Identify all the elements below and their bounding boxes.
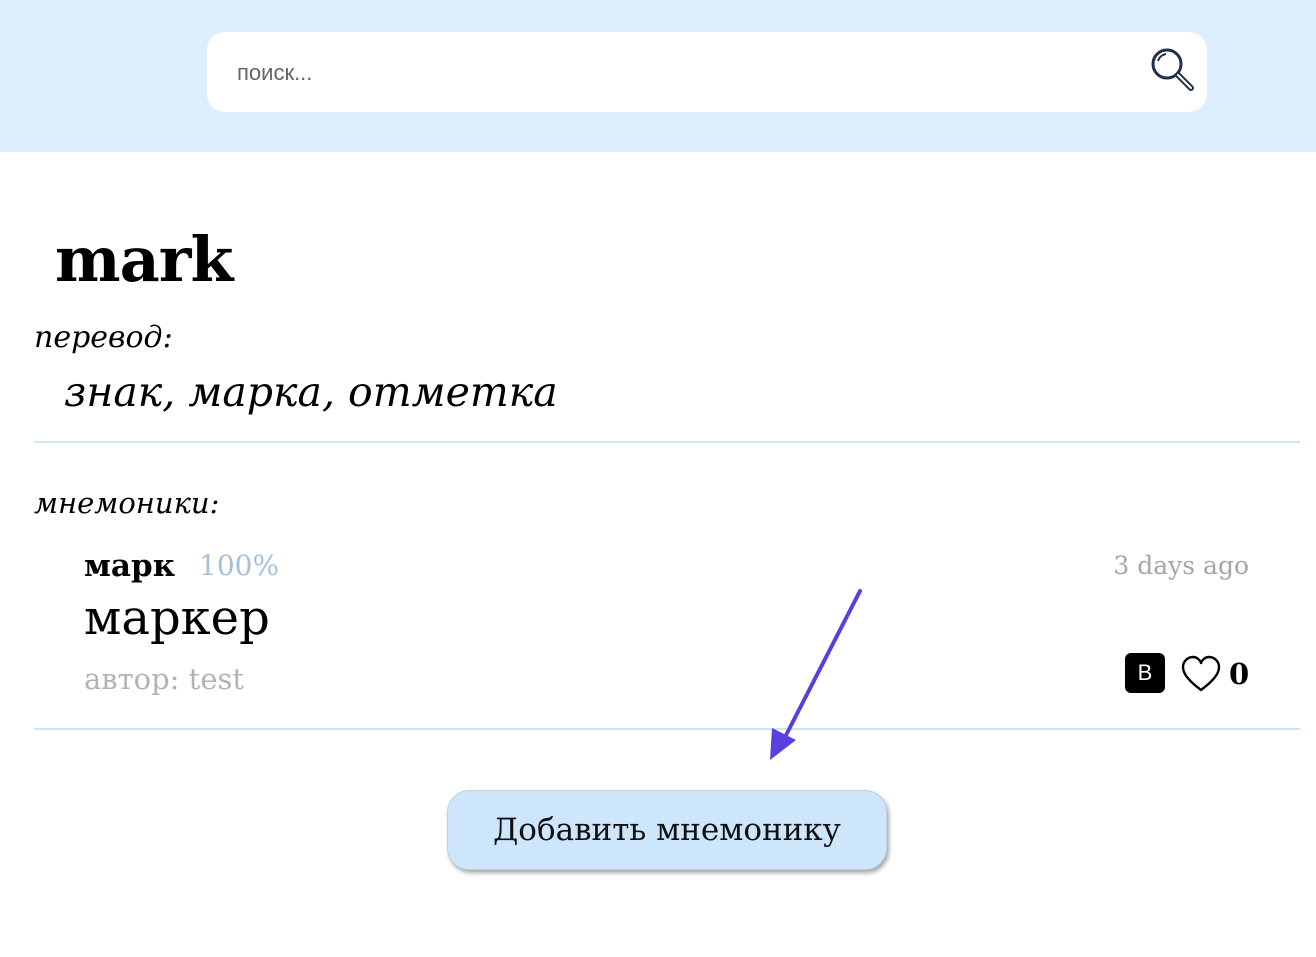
- mnemonic-author[interactable]: автор: test: [84, 660, 244, 698]
- heart-icon[interactable]: [1181, 655, 1221, 693]
- mnemonic-key: марк: [84, 548, 176, 584]
- like-count: 0: [1229, 657, 1250, 691]
- translation-label: перевод:: [34, 320, 173, 355]
- badge[interactable]: B: [1125, 653, 1165, 693]
- mnemonics-label: мнемоники:: [34, 486, 220, 520]
- header: [0, 0, 1316, 152]
- arrow-annotation-icon: [770, 589, 862, 760]
- search-icon[interactable]: [1147, 44, 1197, 94]
- add-mnemonic-button[interactable]: Добавить мнемонику: [447, 790, 887, 870]
- search-input[interactable]: [235, 54, 1119, 92]
- mnemonic-percent: 100%: [199, 549, 280, 582]
- search-box: [207, 32, 1207, 112]
- word-title: mark: [55, 223, 233, 296]
- divider: [34, 728, 1300, 730]
- divider: [34, 441, 1300, 443]
- translation-text: знак, марка, отметка: [64, 368, 558, 416]
- mnemonic-date: 3 days ago: [1113, 551, 1249, 580]
- mnemonic-text: маркер: [84, 590, 270, 646]
